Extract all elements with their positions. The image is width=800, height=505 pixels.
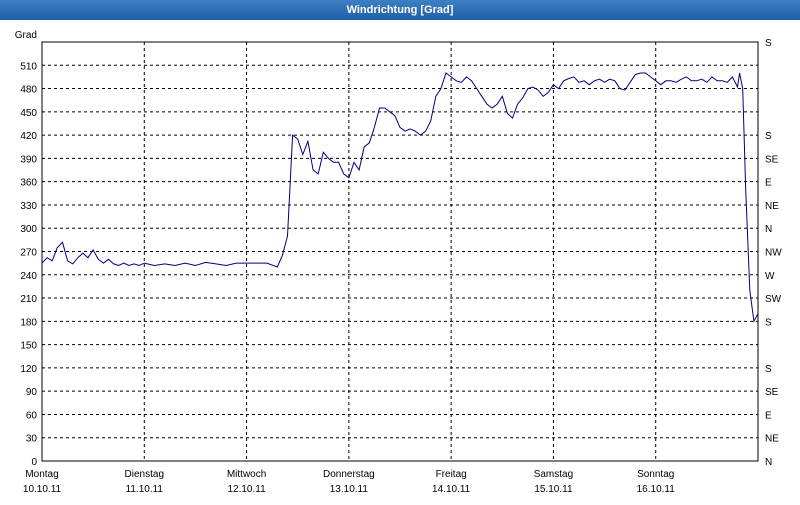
y-tick-label: 420	[20, 131, 37, 142]
y-tick-label: 480	[20, 85, 37, 96]
right-axis-label: S	[765, 317, 772, 328]
y-tick-label: 90	[26, 387, 38, 398]
x-tick-date: 16.10.11	[637, 484, 676, 495]
right-axis-label: NW	[765, 248, 782, 259]
right-axis-label: SW	[765, 294, 782, 305]
x-tick-date: 10.10.11	[23, 484, 62, 495]
y-tick-label: 510	[20, 61, 37, 72]
y-tick-label: 0	[31, 457, 37, 468]
x-tick-date: 11.10.11	[126, 484, 164, 495]
x-tick-day: Freitag	[436, 469, 467, 480]
x-tick-day: Samstag	[534, 469, 573, 480]
right-axis-label: S	[765, 131, 772, 142]
y-tick-label: 180	[20, 317, 37, 328]
right-axis-label: N	[765, 457, 772, 468]
right-axis-label: N	[765, 224, 772, 235]
right-axis-label: E	[765, 178, 772, 189]
y-tick-label: 120	[20, 364, 37, 375]
y-tick-label: 150	[20, 341, 37, 352]
right-axis-label: NE	[765, 434, 779, 445]
right-axis-label: S	[765, 38, 772, 49]
y-tick-label: 330	[20, 201, 37, 212]
y-axis-title: Grad	[15, 30, 37, 41]
right-axis-label: NE	[765, 201, 779, 212]
x-tick-day: Donnerstag	[323, 469, 375, 480]
x-tick-date: 14.10.11	[432, 484, 471, 495]
x-tick-date: 13.10.11	[330, 484, 369, 495]
y-tick-label: 210	[20, 294, 37, 305]
right-axis-label: E	[765, 410, 772, 421]
y-tick-label: 300	[20, 224, 37, 235]
chart-title: Windrichtung [Grad]	[0, 0, 800, 20]
right-axis-label: SE	[765, 154, 779, 165]
wind-direction-chart: 0 30 60 90 120 150 180 210 240 270 300 330 360 390 420…	[15, 30, 782, 495]
right-axis-label: W	[765, 271, 775, 282]
y-tick-label: 60	[26, 410, 38, 421]
plot-area: 0 30 60 90 120 150 180 210 240 270 300 330 360 390 420…	[0, 20, 800, 500]
right-axis-label: SE	[765, 387, 779, 398]
x-tick-day: Montag	[25, 469, 58, 480]
right-axis-label: S	[765, 364, 772, 375]
chart-window: Windrichtung [Grad] 0 30 60 90 120 150 180 210 2…	[0, 0, 800, 500]
y-tick-label: 240	[20, 271, 37, 282]
x-tick-day: Dienstag	[125, 469, 164, 480]
y-tick-label: 30	[26, 434, 38, 445]
y-tick-label: 360	[20, 178, 37, 189]
y-tick-label: 270	[20, 248, 37, 259]
x-tick-date: 12.10.11	[227, 484, 266, 495]
y-tick-label: 390	[20, 154, 37, 165]
x-tick-day: Mittwoch	[227, 469, 266, 480]
x-tick-day: Sonntag	[637, 469, 674, 480]
y-tick-label: 450	[20, 108, 37, 119]
x-tick-date: 15.10.11	[534, 484, 573, 495]
